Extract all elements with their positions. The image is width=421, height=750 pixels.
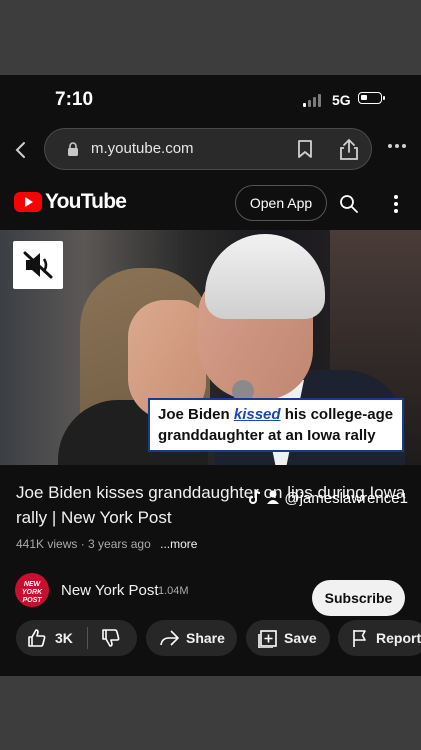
lock-icon	[68, 142, 78, 156]
muted-speaker-icon	[23, 251, 53, 279]
signal-icon	[303, 93, 325, 107]
channel-row: NEW YORK POST New York Post 1.04M Subscr…	[0, 560, 421, 620]
address-bar[interactable]: m.youtube.com	[44, 128, 372, 170]
like-dislike-group: 3K	[16, 620, 137, 656]
report-button[interactable]: Report	[338, 620, 421, 656]
tiktok-watermark: @jameslawrence1	[248, 489, 408, 507]
back-arrow-icon[interactable]	[12, 140, 30, 160]
caption-text-b: his college-age	[280, 406, 394, 423]
clock-time: 7:10	[55, 89, 94, 110]
status-bar: 7:10 5G	[0, 75, 421, 125]
save-button[interactable]: Save	[246, 620, 330, 656]
youtube-wordmark[interactable]: YouTube	[45, 190, 127, 214]
video-player[interactable]: Joe Biden kissed his college-age grandda…	[0, 230, 421, 465]
share-label: Share	[186, 630, 225, 646]
flag-icon	[353, 630, 366, 647]
caption-line-1: Joe Biden kissed his college-age	[158, 404, 396, 425]
browser-toolbar: m.youtube.com	[0, 125, 421, 180]
youtube-logo-icon[interactable]	[14, 192, 42, 212]
avatar-text-3: POST	[22, 597, 42, 604]
phone-screen: 7:10 5G m.youtube.com YouTube Open App J…	[0, 75, 421, 676]
caption-text-a: Joe Biden	[158, 406, 234, 423]
network-type: 5G	[332, 92, 351, 108]
like-count[interactable]: 3K	[55, 630, 73, 646]
bottom-dark-band	[0, 676, 421, 750]
kebab-menu-icon[interactable]	[392, 194, 400, 214]
more-options-icon[interactable]	[386, 142, 408, 150]
report-label: Report	[376, 630, 421, 646]
avatar-text-2: YORK	[21, 589, 43, 596]
share-icon[interactable]	[338, 137, 360, 161]
tiktok-icon	[249, 489, 261, 504]
caption-highlight: kissed	[233, 406, 281, 423]
video-meta[interactable]: 441K views · 3 years ago ...more	[16, 537, 197, 551]
battery-icon	[358, 92, 385, 104]
channel-avatar[interactable]: NEW YORK POST	[15, 573, 49, 607]
action-row: 3K Share Save Report	[0, 620, 421, 656]
caption-line-2: granddaughter at an Iowa rally	[158, 427, 376, 444]
share-button[interactable]: Share	[146, 620, 237, 656]
like-icon[interactable]	[27, 628, 47, 648]
save-playlist-icon	[258, 630, 277, 648]
youtube-header: YouTube Open App	[0, 180, 421, 230]
channel-name[interactable]: New York Post	[61, 582, 159, 599]
save-label: Save	[284, 630, 317, 646]
avatar-text-1: NEW	[23, 581, 41, 588]
open-app-button[interactable]: Open App	[235, 185, 327, 221]
watermark-handle: @jameslawrence1	[284, 490, 408, 507]
dislike-icon[interactable]	[101, 628, 121, 648]
subscriber-count: 1.04M	[158, 585, 189, 597]
more-link[interactable]: ...more	[160, 537, 197, 551]
bookmark-icon[interactable]	[296, 139, 314, 159]
like-separator	[87, 627, 88, 649]
view-count: 441K views	[16, 537, 78, 551]
top-dark-band	[0, 0, 421, 75]
person-icon	[267, 490, 280, 504]
upload-age: · 3 years ago	[80, 537, 151, 551]
url-text: m.youtube.com	[91, 140, 194, 157]
search-icon[interactable]	[339, 194, 359, 214]
subscribe-button[interactable]: Subscribe	[312, 580, 405, 616]
mute-button[interactable]	[13, 241, 63, 289]
share-arrow-icon	[160, 630, 179, 646]
video-figure-hair-2	[205, 234, 325, 319]
video-caption-box: Joe Biden kissed his college-age grandda…	[148, 398, 404, 452]
